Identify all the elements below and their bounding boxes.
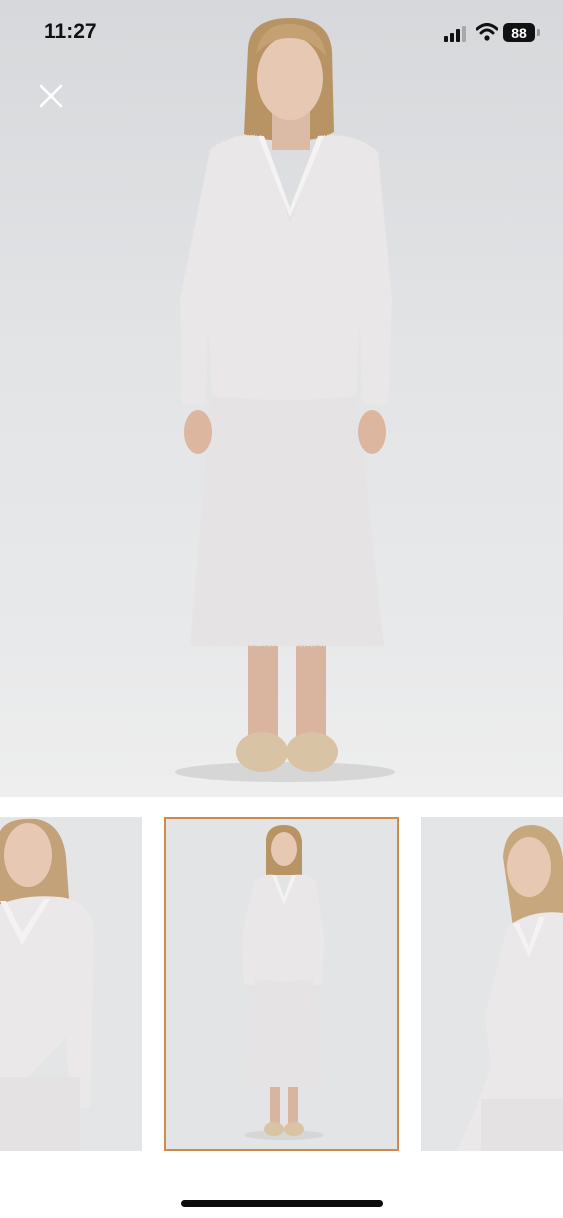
status-bar: 11:27 88: [0, 0, 563, 66]
battery-tip: [537, 29, 540, 36]
status-time: 11:27: [44, 20, 97, 43]
home-indicator[interactable]: [181, 1200, 383, 1207]
close-icon: [39, 84, 63, 108]
thumbnail-1[interactable]: [0, 817, 142, 1151]
model-figure: [175, 18, 395, 782]
product-main-image[interactable]: 11:27 88: [0, 0, 563, 797]
thumbnail-side-view-image: [457, 825, 563, 1151]
cellular-signal-icon: [444, 26, 466, 42]
thumbnail-closeup-image: [0, 818, 94, 1151]
close-button[interactable]: [34, 79, 68, 113]
battery-icon: 88: [503, 23, 535, 42]
battery-level: 88: [511, 24, 527, 41]
thumbnail-3[interactable]: [421, 817, 563, 1151]
thumbnail-full-look-image: [164, 817, 399, 1151]
wifi-icon: [476, 23, 498, 41]
thumbnail-strip: [0, 817, 563, 1151]
thumbnail-2[interactable]: [164, 817, 399, 1151]
